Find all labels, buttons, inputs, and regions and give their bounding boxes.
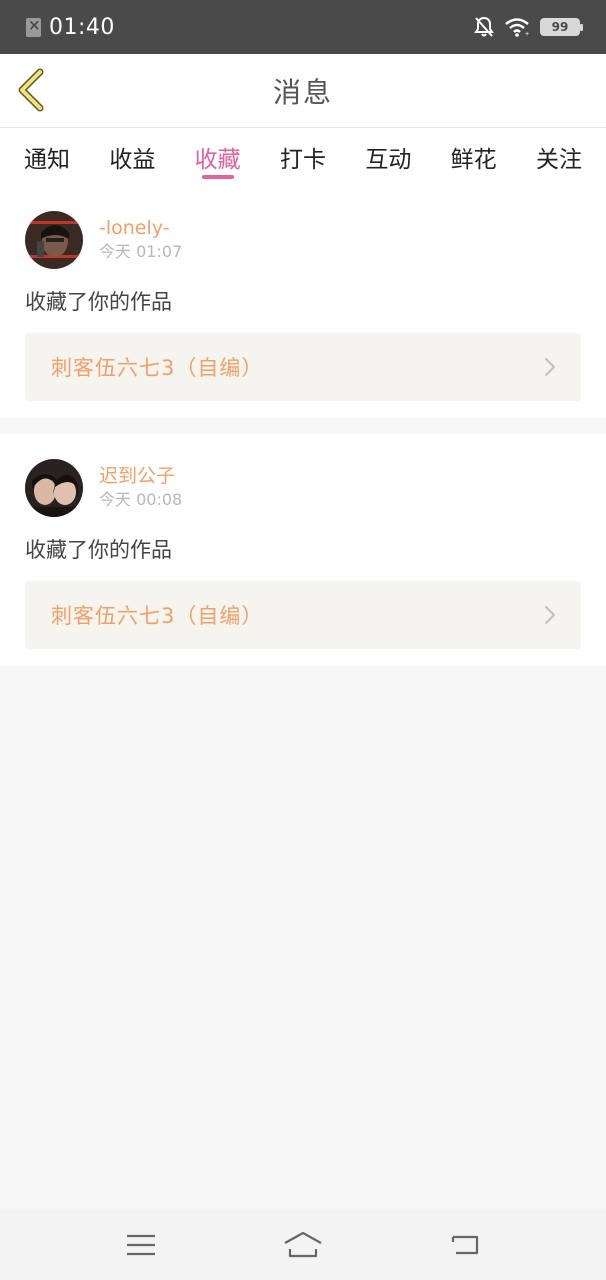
message-time: 今天 01:07 [99, 242, 183, 261]
message-time: 今天 00:08 [99, 490, 183, 509]
menu-icon [127, 1234, 155, 1256]
tab-earnings[interactable]: 收益 [109, 128, 155, 186]
header: 消息 [0, 54, 606, 128]
avatar[interactable] [25, 459, 83, 517]
tab-checkin[interactable]: 打卡 [280, 128, 326, 186]
back-nav-button[interactable] [445, 1227, 485, 1263]
back-icon [451, 1235, 479, 1255]
wifi-icon: + [505, 18, 529, 37]
back-button[interactable] [14, 68, 54, 114]
chevron-left-icon [18, 68, 44, 112]
mute-icon [474, 16, 494, 37]
user-row: -lonely- 今天 01:07 [25, 211, 182, 269]
status-time: 01:40 [49, 14, 115, 40]
list-item: 迟到公子 今天 00:08 收藏了你的作品 刺客伍六七3（自编） [0, 434, 606, 666]
home-button[interactable] [283, 1227, 323, 1263]
page-title: 消息 [272, 75, 333, 109]
list-item: -lonely- 今天 01:07 收藏了你的作品 刺客伍六七3（自编） [0, 186, 606, 418]
work-link[interactable]: 刺客伍六七3（自编） [25, 581, 581, 649]
user-info: -lonely- 今天 01:07 [99, 216, 182, 264]
user-info: 迟到公子 今天 00:08 [99, 464, 182, 512]
tab-interaction[interactable]: 互动 [365, 128, 411, 186]
avatar[interactable] [25, 211, 83, 269]
work-title: 刺客伍六七3（自编） [51, 356, 264, 380]
work-link[interactable]: 刺客伍六七3（自编） [25, 333, 581, 401]
chevron-right-icon [544, 357, 556, 377]
user-row: 迟到公子 今天 00:08 [25, 459, 182, 517]
action-text: 收藏了你的作品 [25, 538, 172, 562]
system-nav-bar [0, 1210, 606, 1280]
tab-follow[interactable]: 关注 [536, 128, 582, 186]
work-title: 刺客伍六七3（自编） [51, 604, 264, 628]
battery-icon: 99 [540, 18, 583, 36]
user-name[interactable]: 迟到公子 [99, 464, 182, 488]
menu-button[interactable] [121, 1227, 161, 1263]
tab-bar: 通知 收益 收藏 打卡 互动 鲜花 关注 [0, 128, 606, 186]
tab-notice[interactable]: 通知 [24, 128, 70, 186]
action-text: 收藏了你的作品 [25, 290, 172, 314]
battery-level: 99 [551, 20, 569, 34]
svg-text:+: + [525, 31, 529, 37]
home-icon [284, 1231, 322, 1258]
status-left: 01:40 [26, 15, 115, 40]
tab-favorites[interactable]: 收藏 [195, 128, 241, 186]
tab-flowers[interactable]: 鲜花 [451, 128, 497, 186]
user-name[interactable]: -lonely- [99, 216, 182, 240]
status-bar: 01:40 + 99 [0, 0, 606, 54]
status-right: + 99 [474, 16, 583, 38]
sim-icon [26, 16, 41, 37]
chevron-right-icon [544, 605, 556, 625]
